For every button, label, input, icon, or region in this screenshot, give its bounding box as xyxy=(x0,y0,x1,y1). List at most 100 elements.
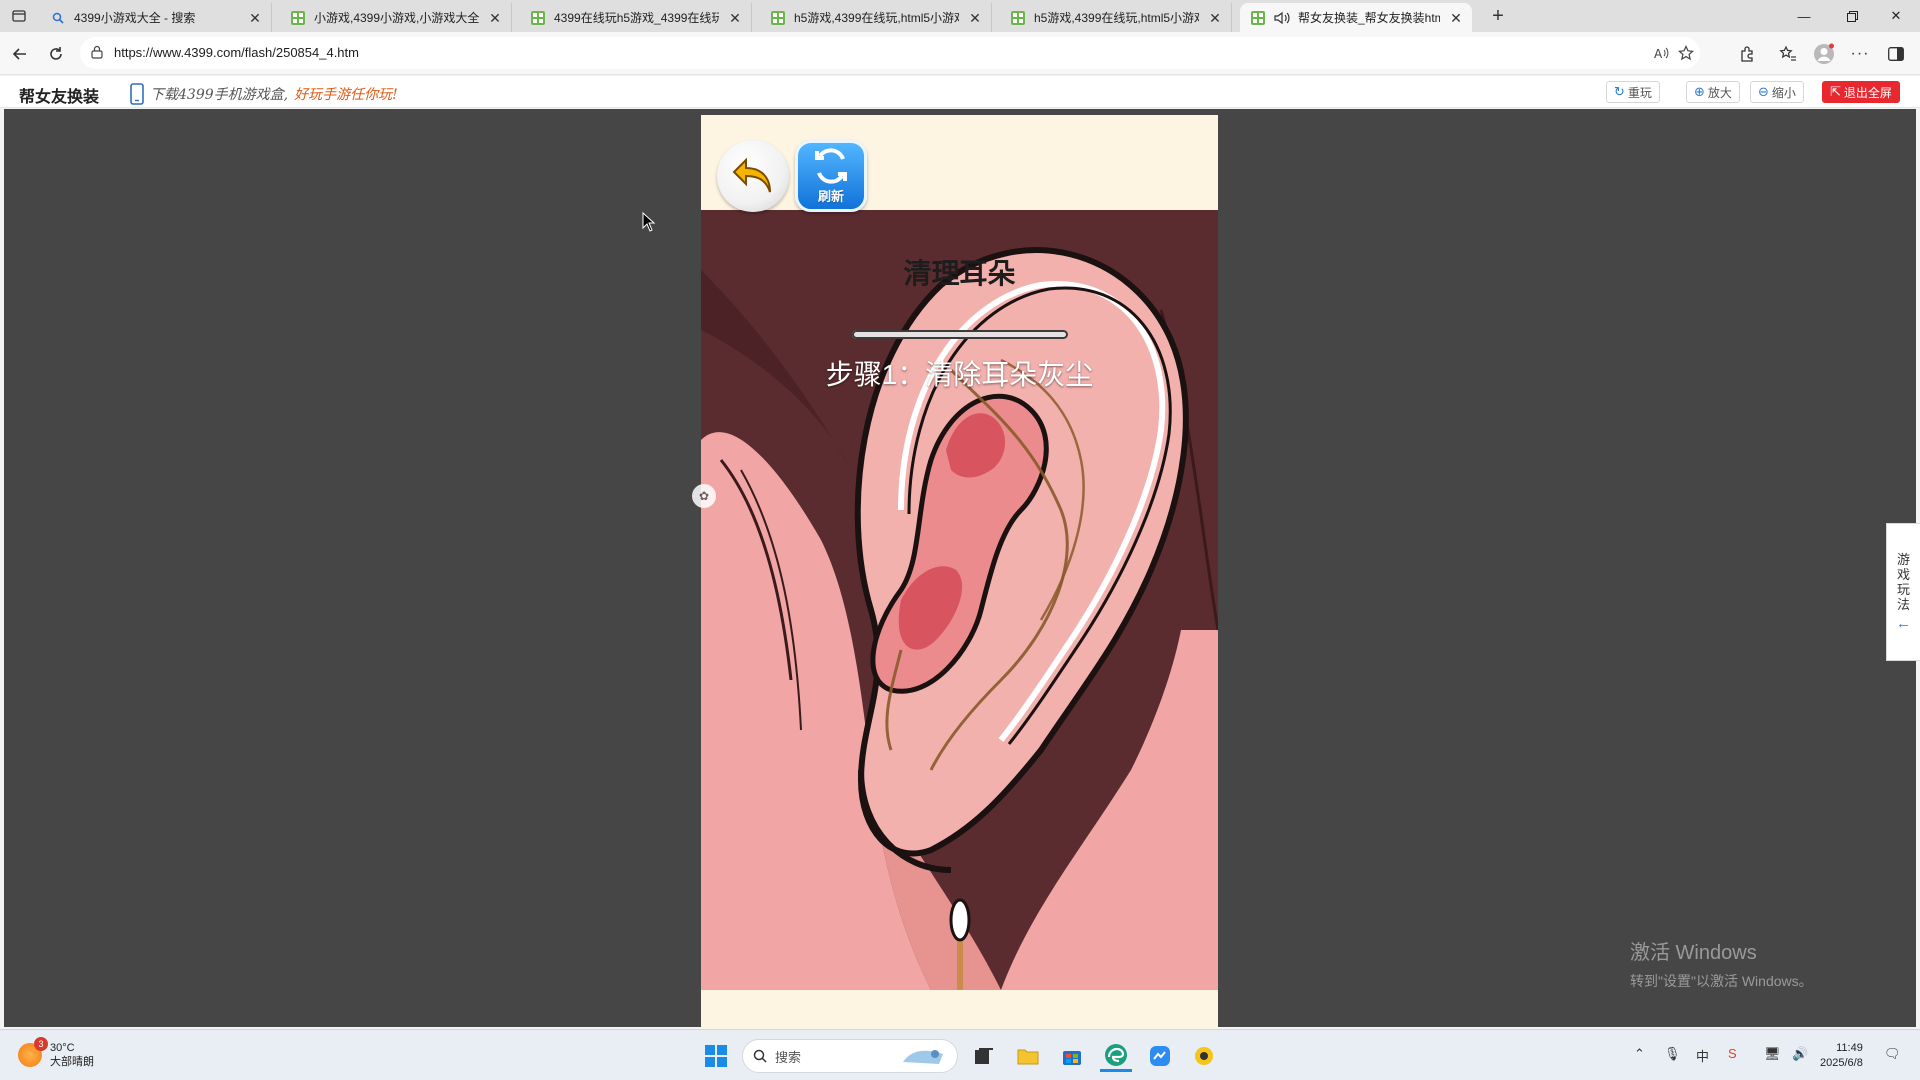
browser-tab-5[interactable]: h5游戏,4399在线玩,html5小游戏 ✕ xyxy=(1000,3,1232,32)
edge-browser-button[interactable] xyxy=(1100,1040,1132,1072)
howto-char: 游 xyxy=(1896,552,1910,567)
zoom-out-label: 缩小 xyxy=(1771,85,1796,100)
browser-tab-1[interactable]: 4399小游戏大全 - 搜索 ✕ xyxy=(40,3,272,32)
favorite-star-icon[interactable] xyxy=(1676,43,1696,63)
messenger-button[interactable] xyxy=(1144,1040,1176,1072)
read-aloud-icon[interactable]: A xyxy=(1652,43,1672,63)
howto-char: 法 xyxy=(1896,597,1910,612)
notification-icon[interactable]: 🗨 xyxy=(1884,1046,1901,1062)
weather-description: 大部晴朗 xyxy=(50,1056,94,1068)
reload-icon xyxy=(50,47,62,60)
tab-actions-menu[interactable] xyxy=(8,6,30,26)
ime-indicator[interactable]: 中 xyxy=(1696,1046,1709,1065)
back-button[interactable] xyxy=(6,40,34,68)
favorites-button[interactable] xyxy=(1774,40,1802,68)
weather-widget[interactable]: 3 30°C 大部晴朗 xyxy=(18,1037,94,1069)
back-button[interactable] xyxy=(717,140,789,212)
tab-title: h5游戏,4399在线玩,html5小游戏 xyxy=(1034,11,1199,25)
browser-tab-4[interactable]: h5游戏,4399在线玩,html5小游戏 ✕ xyxy=(760,3,992,32)
puzzle-icon xyxy=(1741,46,1753,62)
microphone-icon[interactable]: 🎙 xyxy=(1664,1046,1681,1062)
zoom-in-label: 放大 xyxy=(1707,85,1732,100)
browser-tab-3[interactable]: 4399在线玩h5游戏_4399在线玩h5 ✕ xyxy=(520,3,752,32)
ear-illustration[interactable] xyxy=(701,210,1218,990)
browser-tab-2[interactable]: 小游戏,4399小游戏,小游戏大全,双 ✕ xyxy=(280,3,512,32)
step-instruction: 步骤1：清除耳朵灰尘 xyxy=(825,359,1094,390)
new-tab-button[interactable]: + xyxy=(1486,5,1510,29)
how-to-play-tab[interactable]: 游 戏 玩 法 ← xyxy=(1886,523,1920,661)
promo-highlight: 好玩手游任你玩! xyxy=(294,87,398,103)
file-explorer-button[interactable] xyxy=(1012,1040,1044,1072)
close-tab-icon[interactable]: ✕ xyxy=(487,10,503,26)
favorites-list-icon xyxy=(1779,45,1796,61)
pinned-app-button[interactable] xyxy=(1188,1040,1220,1072)
folder-icon xyxy=(1017,1049,1039,1065)
close-window-button[interactable]: ✕ xyxy=(1872,0,1920,32)
antivirus-icon[interactable]: S xyxy=(1728,1046,1737,1061)
watermark-title: 激活 Windows xyxy=(1630,942,1757,964)
exit-fullscreen-button[interactable]: ⇱ 退出全屏 xyxy=(1822,81,1900,103)
replay-button[interactable]: ↻ 重玩 xyxy=(1606,81,1660,103)
avatar-icon xyxy=(1814,43,1834,64)
sidebar-toggle-button[interactable] xyxy=(1882,40,1910,68)
close-tab-icon[interactable]: ✕ xyxy=(1448,10,1464,26)
zoom-in-button[interactable]: ⊕ 放大 xyxy=(1686,81,1740,103)
store-button[interactable] xyxy=(1056,1040,1088,1072)
task-title: 清理耳朵 xyxy=(903,258,1016,289)
browser-tab-strip: 4399小游戏大全 - 搜索 ✕ 小游戏,4399小游戏,小游戏大全,双 ✕ 4… xyxy=(0,0,1920,32)
tray-overflow-icon[interactable]: ⌃ xyxy=(1634,1046,1645,1062)
app-promo-link[interactable]: 下载4399手机游戏盒, 好玩手游任你玩! xyxy=(130,83,398,105)
4399-favicon-icon xyxy=(1250,10,1266,26)
4399-favicon-icon xyxy=(290,10,306,26)
search-icon xyxy=(753,1049,767,1063)
close-tab-icon[interactable]: ✕ xyxy=(1207,10,1223,26)
exit-fullscreen-label: 退出全屏 xyxy=(1843,85,1892,100)
windows-taskbar: 3 30°C 大部晴朗 搜索 ⌃ 🎙 中 S 🖥 🔊 11:49 2025/6/… xyxy=(0,1029,1920,1080)
profile-button[interactable] xyxy=(1810,40,1838,68)
zoom-out-button[interactable]: ⊖ 缩小 xyxy=(1750,81,1804,103)
4399-favicon-icon xyxy=(1010,10,1026,26)
taskbar-search[interactable]: 搜索 xyxy=(742,1039,958,1073)
settings-more-button[interactable]: ··· xyxy=(1846,40,1874,68)
close-tab-icon[interactable]: ✕ xyxy=(247,10,263,26)
network-icon[interactable]: 🖥 xyxy=(1764,1046,1781,1062)
url-text[interactable]: https://www.4399.com/flash/250854_4.htm xyxy=(114,45,359,60)
exit-fullscreen-icon: ⇱ xyxy=(1830,84,1841,99)
tab-title: 小游戏,4399小游戏,小游戏大全,双 xyxy=(314,11,479,25)
watermark-subtitle: 转到"设置"以激活 Windows。 xyxy=(1630,973,1813,989)
replay-icon: ↻ xyxy=(1614,84,1625,99)
start-button[interactable] xyxy=(700,1040,732,1072)
replay-label: 重玩 xyxy=(1627,85,1652,100)
game-canvas[interactable]: 刷新 清理耳朵 步骤1：清除耳朵灰尘 xyxy=(701,115,1218,1029)
site-info-icon[interactable] xyxy=(90,45,104,59)
reload-button[interactable] xyxy=(42,40,70,68)
howto-char: 戏 xyxy=(1896,567,1910,582)
close-tab-icon[interactable]: ✕ xyxy=(727,10,743,26)
svg-text:A: A xyxy=(1654,47,1663,60)
refresh-button[interactable]: 刷新 xyxy=(795,140,867,212)
restore-icon xyxy=(1846,10,1858,22)
system-clock[interactable]: 11:49 2025/6/8 xyxy=(1820,1041,1863,1071)
minimize-button[interactable]: — xyxy=(1780,0,1828,32)
sidebar-icon xyxy=(1888,47,1904,61)
more-icon: ··· xyxy=(1850,45,1870,62)
windows-logo-icon xyxy=(705,1045,727,1067)
tab-title: 4399小游戏大全 - 搜索 xyxy=(74,11,196,25)
speaker-icon[interactable] xyxy=(1274,10,1290,26)
close-tab-icon[interactable]: ✕ xyxy=(967,10,983,26)
windows-activation-watermark: 激活 Windows 转到"设置"以激活 Windows。 xyxy=(1630,936,1813,991)
clock-time: 11:49 xyxy=(1836,1042,1863,1054)
progress-bar xyxy=(852,330,1068,339)
pinned-app-icon xyxy=(1195,1047,1213,1065)
tab-title: 帮女友换装_帮女友换装html xyxy=(1298,11,1440,25)
task-view-button[interactable] xyxy=(968,1040,1000,1072)
tab-title: h5游戏,4399在线玩,html5小游戏 xyxy=(794,11,959,25)
restore-button[interactable] xyxy=(1828,0,1876,32)
extensions-button[interactable] xyxy=(1734,40,1762,68)
floating-assistant-icon[interactable]: ✿ xyxy=(692,484,716,508)
address-bar[interactable]: https://www.4399.com/flash/250854_4.htm … xyxy=(80,37,1700,69)
volume-icon[interactable]: 🔊 xyxy=(1792,1046,1808,1062)
browser-tab-6-active[interactable]: 帮女友换装_帮女友换装html ✕ xyxy=(1240,3,1472,32)
tab-title: 4399在线玩h5游戏_4399在线玩h5 xyxy=(554,11,719,25)
howto-char: 玩 xyxy=(1896,582,1910,597)
